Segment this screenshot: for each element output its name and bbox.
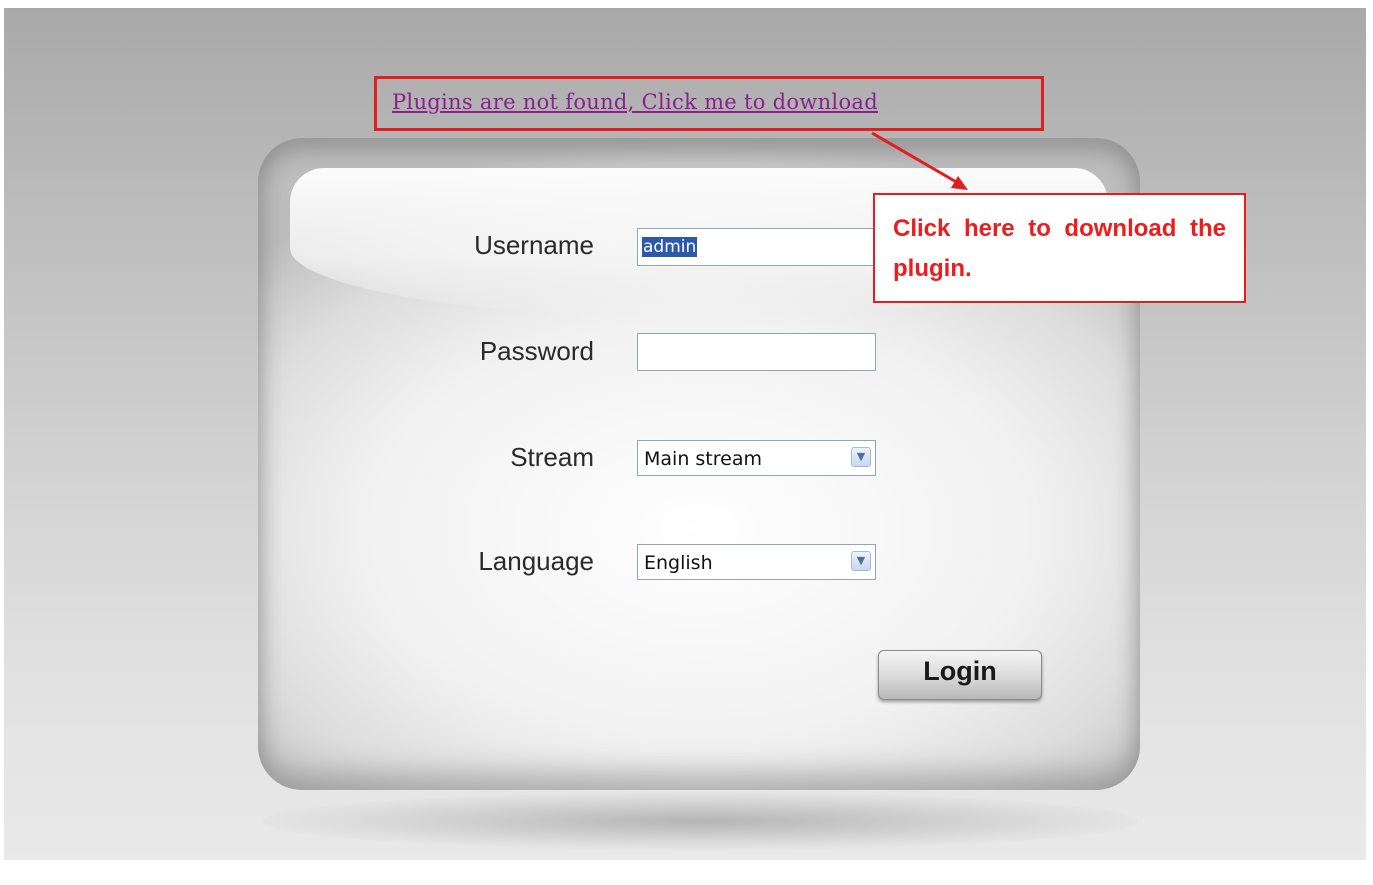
arrow-icon [871, 131, 968, 190]
